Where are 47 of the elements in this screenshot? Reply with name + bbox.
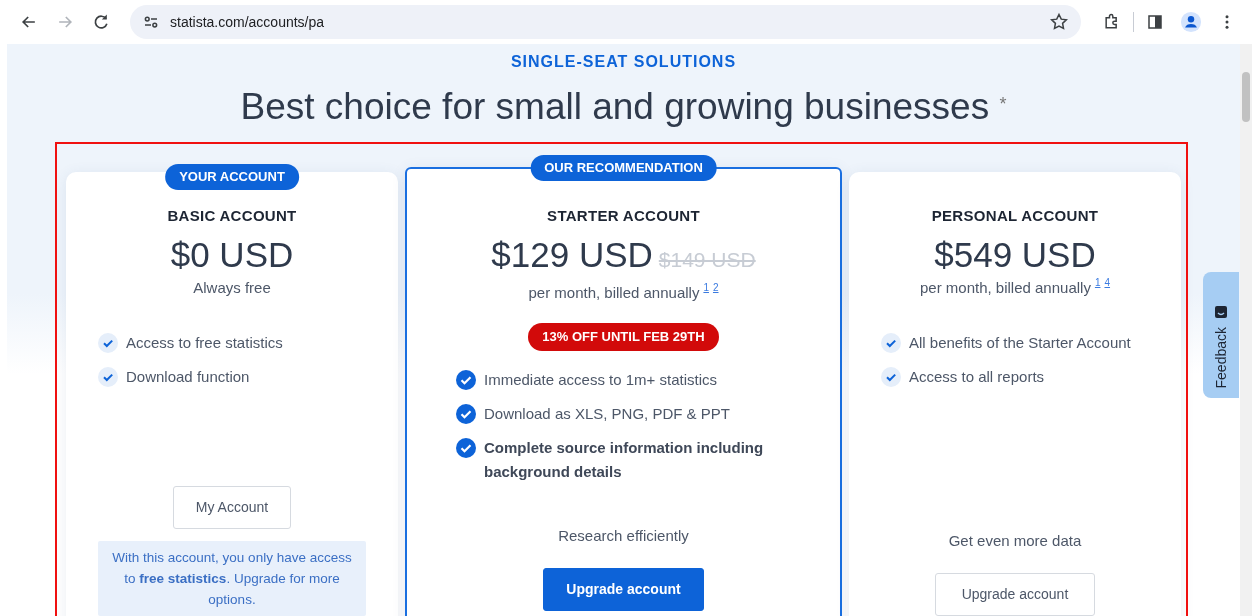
feature-text: Access to all reports [909,367,1045,387]
check-icon [456,404,476,424]
section-eyebrow: SINGLE-SEAT SOLUTIONS [509,52,738,72]
check-icon [98,367,118,387]
plan-price: $549 USD [934,234,1096,276]
feature-text: Download as XLS, PNG, PDF & PPT [484,404,730,424]
info-note: With this account, you only have access to free statistics. Upgrade for more options. [98,541,366,616]
upgrade-button[interactable]: Upgrade account [935,573,1095,616]
plan-badge: YOUR ACCOUNT [165,164,299,190]
plan-price: $0 USD [170,234,294,276]
footnote-link[interactable]: 1 [1094,277,1101,289]
scrollbar[interactable] [1240,44,1252,616]
check-icon [456,370,476,390]
url-text: statista.com/accounts/pa [170,12,326,32]
check-icon [881,333,901,353]
feedback-tab[interactable]: Feedback [1203,272,1239,398]
upgrade-button[interactable]: Upgrade account [543,568,704,611]
footnote-link[interactable]: 1 [703,282,709,294]
plan-name: PERSONAL ACCOUNT [931,206,1099,226]
site-settings-icon[interactable] [142,13,160,31]
plan-price: $129 USD [491,234,653,276]
footnote-link[interactable]: 4 [1104,277,1111,289]
plan-tagline: Research efficiently [558,526,689,546]
plan-name: BASIC ACCOUNT [167,206,297,226]
plan-tagline: Get even more data [948,531,1082,551]
feedback-icon [1214,304,1228,319]
billing-text: Always free [193,278,271,298]
feature-text: All benefits of the Starter Account [909,333,1131,353]
billing-text: per month, billed annually [528,283,700,303]
feature-text: Download function [126,367,250,387]
old-price: $149 USD [658,247,756,273]
check-icon [456,438,476,458]
check-icon [98,333,118,353]
feature-text: Access to free statistics [126,333,283,353]
account-button[interactable]: My Account [172,486,292,529]
scrollbar-thumb[interactable] [1242,72,1250,122]
check-icon [881,367,901,387]
feature-text: Immediate access to 1m+ statistics [484,370,717,390]
plan-name: STARTER ACCOUNT [547,206,700,226]
discount-badge: 13% OFF UNTIL FEB 29TH [528,323,719,351]
address-bar[interactable]: statista.com/accounts/pa [130,5,1081,39]
bookmark-star-icon[interactable] [1049,12,1069,32]
feature-text: Complete source information including background details [484,438,765,482]
billing-text: per month, billed annually [919,278,1091,298]
section-heading: Best choice for small and growing businesses $^{*}$ [239,85,1008,129]
plan-badge: OUR RECOMMENDATION [530,155,717,181]
footnote-link[interactable]: 2 [712,282,719,294]
